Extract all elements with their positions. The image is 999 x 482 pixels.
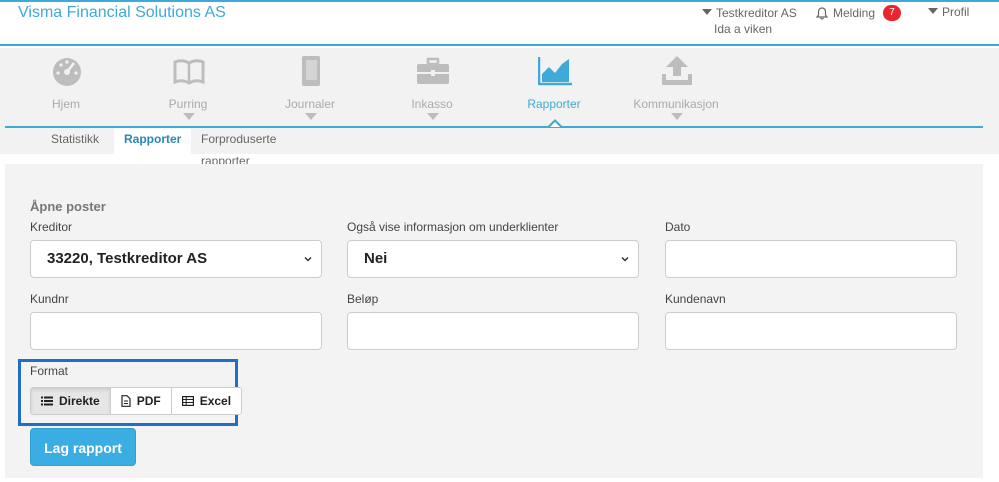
- format-direkte-button[interactable]: Direkte: [31, 388, 111, 414]
- nav-item-journaler[interactable]: Journaler: [250, 48, 370, 128]
- nav-label: Rapporter: [527, 97, 581, 111]
- lag-rapport-button[interactable]: Lag rapport: [30, 428, 136, 466]
- nav-label: Kommunikasjon: [633, 97, 719, 111]
- kundenr-label: Kundnr: [30, 292, 69, 306]
- section-title: Åpne poster: [30, 199, 106, 214]
- chevron-down-icon: [183, 113, 195, 120]
- nav-label: Hjem: [51, 97, 80, 111]
- chevron-down-icon: [621, 256, 629, 262]
- nav-label: Journaler: [284, 97, 336, 111]
- subtab-statistikk[interactable]: Statistikk: [41, 128, 109, 154]
- underklienter-label: Også vise informasjon om underklienter: [347, 220, 559, 234]
- profile-label: Profil: [942, 5, 970, 19]
- active-indicator-inner: [550, 122, 560, 127]
- journal-icon: [302, 56, 320, 86]
- kundenavn-input[interactable]: [665, 312, 957, 350]
- format-excel-button[interactable]: Excel: [171, 388, 242, 414]
- format-pdf-button[interactable]: PDF: [110, 388, 172, 414]
- format-excel-label: Excel: [199, 394, 232, 408]
- kundenr-input[interactable]: [30, 312, 322, 350]
- creditor-menu[interactable]: Testkreditor AS Ida a viken: [702, 5, 797, 37]
- nav-label: Inkasso: [411, 97, 453, 111]
- nav-item-hjem[interactable]: Hjem: [6, 48, 126, 128]
- table-icon: [181, 396, 194, 406]
- caret-down-icon: [702, 9, 712, 15]
- nav-item-purring[interactable]: Purring: [128, 48, 248, 128]
- profile-menu[interactable]: Profil: [928, 5, 969, 19]
- kreditor-value: 33220, Testkreditor AS: [47, 250, 208, 267]
- kundenavn-label: Kundenavn: [665, 292, 726, 306]
- format-direkte-label: Direkte: [59, 394, 100, 408]
- messages-menu[interactable]: Melding 7: [816, 5, 902, 21]
- format-pdf-label: PDF: [136, 394, 161, 408]
- file-icon: [121, 395, 131, 407]
- area-chart-icon: [538, 57, 572, 86]
- underklienter-value: Nei: [364, 250, 388, 267]
- dato-label: Dato: [665, 220, 691, 234]
- underklienter-select[interactable]: Nei: [347, 240, 639, 278]
- chevron-down-icon: [304, 256, 312, 262]
- nav-item-kommunikasjon[interactable]: Kommunikasjon: [616, 48, 736, 128]
- subtab-rapporter[interactable]: Rapporter: [114, 128, 192, 154]
- creditor-name: Testkreditor AS: [716, 6, 797, 20]
- brand-name[interactable]: Visma Financial Solutions AS: [18, 4, 226, 22]
- belop-label: Beløp: [347, 292, 379, 306]
- chevron-down-icon: [305, 113, 317, 120]
- messages-label: Melding: [833, 6, 876, 20]
- list-icon: [41, 396, 53, 406]
- messages-count-badge: 7: [883, 5, 902, 21]
- nav-item-inkasso[interactable]: Inkasso: [372, 48, 492, 128]
- chevron-down-icon: [671, 113, 683, 120]
- upload-icon: [662, 56, 692, 85]
- belop-input[interactable]: [347, 312, 639, 350]
- kreditor-label: Kreditor: [30, 220, 73, 234]
- briefcase-icon: [417, 57, 449, 84]
- subtab-forproduserte-rapporter[interactable]: Forproduserte rapporter: [191, 128, 286, 168]
- kreditor-select[interactable]: 33220, Testkreditor AS: [30, 240, 322, 278]
- format-button-group: Direkte PDF Excel: [30, 387, 243, 415]
- dashboard-icon: [53, 58, 81, 86]
- bell-icon: [816, 6, 828, 20]
- top-header: Visma Financial Solutions AS Testkredito…: [0, 0, 999, 46]
- caret-down-icon: [928, 8, 938, 14]
- dato-input[interactable]: [665, 240, 957, 278]
- user-name: Ida a viken: [714, 22, 773, 36]
- nav-item-rapporter[interactable]: Rapporter: [494, 48, 614, 128]
- book-icon: [173, 59, 205, 85]
- chevron-down-icon: [427, 113, 439, 120]
- nav-label: Purring: [168, 97, 208, 111]
